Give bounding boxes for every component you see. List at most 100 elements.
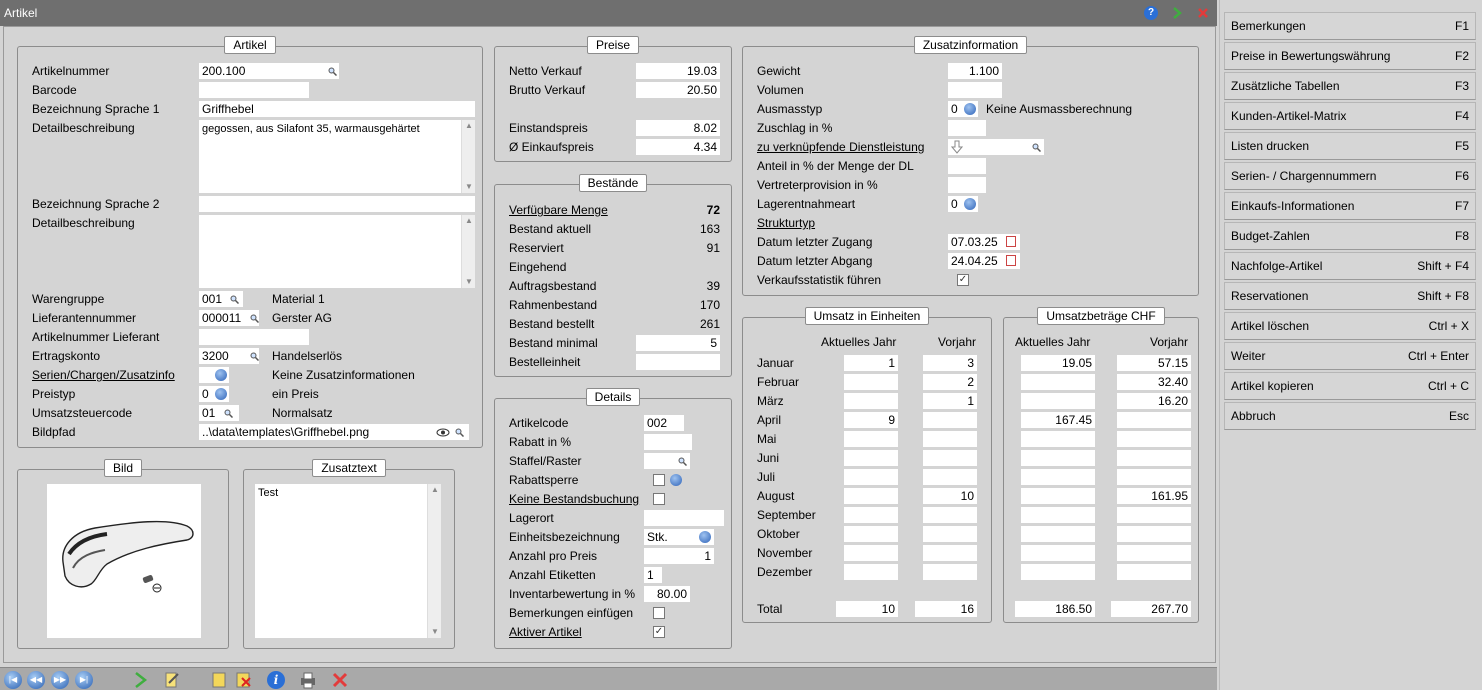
aktiver-artikel-checkbox[interactable]: ✓ [653, 626, 665, 638]
month-aktuell-field[interactable] [844, 431, 898, 447]
sidebar-button[interactable]: Bemerkungen F1 [1224, 12, 1476, 40]
month-vorjahr-field[interactable] [923, 412, 977, 428]
vertreterprovision-field[interactable] [948, 177, 986, 193]
keine-bestandsbuchung-checkbox[interactable] [653, 493, 665, 505]
month-aktuell-chf-field[interactable] [1021, 431, 1095, 447]
month-vorjahr-chf-field[interactable] [1117, 412, 1191, 428]
eye-icon[interactable] [436, 428, 450, 437]
month-aktuell-field[interactable] [844, 450, 898, 466]
barcode-field[interactable] [199, 82, 309, 98]
sidebar-button[interactable]: Preise in Bewertungswährung F2 [1224, 42, 1476, 70]
edit-icon[interactable] [163, 671, 181, 689]
magnifier-icon[interactable] [1032, 143, 1041, 152]
einstandspreis-field[interactable]: 8.02 [636, 120, 720, 136]
einkaufspreis-field[interactable]: 4.34 [636, 139, 720, 155]
month-vorjahr-chf-field[interactable] [1117, 431, 1191, 447]
month-vorjahr-field[interactable]: 10 [923, 488, 977, 504]
strukturtyp-link[interactable]: Strukturtyp [757, 216, 815, 231]
magnifier-icon[interactable] [230, 295, 239, 304]
month-aktuell-chf-field[interactable]: 167.45 [1021, 412, 1095, 428]
artikelnummer-lieferant-field[interactable] [199, 329, 309, 345]
go-icon[interactable] [1170, 6, 1184, 20]
dropdown-icon[interactable] [215, 388, 227, 400]
run-icon[interactable] [131, 671, 149, 689]
month-aktuell-field[interactable] [844, 545, 898, 561]
month-aktuell-field[interactable] [844, 564, 898, 580]
serien-chargen-link[interactable]: Serien/Chargen/Zusatzinfo [32, 368, 175, 383]
detailbeschreibung-2-textarea[interactable]: ▲ ▼ [199, 215, 475, 288]
month-vorjahr-chf-field[interactable]: 32.40 [1117, 374, 1191, 390]
sidebar-button[interactable]: Weiter Ctrl + Enter [1224, 342, 1476, 370]
anteil-dl-field[interactable] [948, 158, 986, 174]
month-aktuell-chf-field[interactable] [1021, 507, 1095, 523]
sidebar-button[interactable]: Serien- / Chargennummern F6 [1224, 162, 1476, 190]
sidebar-button[interactable]: Listen drucken F5 [1224, 132, 1476, 160]
magnifier-icon[interactable] [455, 428, 464, 437]
verfuegbare-menge-link[interactable]: Verfügbare Menge [509, 203, 608, 218]
keine-bestandsbuchung-link[interactable]: Keine Bestandsbuchung [509, 492, 639, 507]
netto-verkauf-field[interactable]: 19.03 [636, 63, 720, 79]
month-aktuell-field[interactable] [844, 469, 898, 485]
month-aktuell-chf-field[interactable] [1021, 450, 1095, 466]
dropdown-icon[interactable] [964, 198, 976, 210]
last-record-icon[interactable]: ▶| [75, 671, 93, 689]
month-aktuell-chf-field[interactable] [1021, 545, 1095, 561]
close-icon[interactable] [1196, 6, 1210, 20]
month-vorjahr-field[interactable]: 3 [923, 355, 977, 371]
lagerort-field[interactable] [644, 510, 724, 526]
rabatt-field[interactable] [644, 434, 692, 450]
sidebar-button[interactable]: Abbruch Esc [1224, 402, 1476, 430]
anzahl-etiketten-field[interactable]: 1 [644, 567, 662, 583]
anzahl-pro-preis-field[interactable]: 1 [644, 548, 714, 564]
sidebar-button[interactable]: Reservationen Shift + F8 [1224, 282, 1476, 310]
month-vorjahr-chf-field[interactable] [1117, 564, 1191, 580]
month-aktuell-field[interactable]: 1 [844, 355, 898, 371]
sidebar-button[interactable]: Budget-Zahlen F8 [1224, 222, 1476, 250]
month-vorjahr-field[interactable]: 2 [923, 374, 977, 390]
volumen-field[interactable] [948, 82, 1002, 98]
bestelleinheit-field[interactable] [636, 354, 720, 370]
month-aktuell-chf-field[interactable] [1021, 526, 1095, 542]
sidebar-button[interactable]: Nachfolge-Artikel Shift + F4 [1224, 252, 1476, 280]
bezeichnung-2-field[interactable] [199, 196, 475, 212]
dropdown-icon[interactable] [964, 103, 976, 115]
month-aktuell-field[interactable] [844, 393, 898, 409]
month-vorjahr-chf-field[interactable] [1117, 545, 1191, 561]
month-vorjahr-chf-field[interactable] [1117, 450, 1191, 466]
aktiver-artikel-link[interactable]: Aktiver Artikel [509, 625, 582, 640]
dienstleistung-link[interactable]: zu verknüpfende Dienstleistung [757, 140, 924, 155]
month-vorjahr-field[interactable] [923, 469, 977, 485]
sidebar-button[interactable]: Zusätzliche Tabellen F3 [1224, 72, 1476, 100]
month-aktuell-field[interactable]: 9 [844, 412, 898, 428]
month-aktuell-chf-field[interactable] [1021, 488, 1095, 504]
bemerkungen-einfuegen-checkbox[interactable] [653, 607, 665, 619]
gewicht-field[interactable]: 1.100 [948, 63, 1002, 79]
bildpfad-field[interactable]: ..\data\templates\Griffhebel.png [199, 424, 469, 440]
month-vorjahr-field[interactable] [923, 431, 977, 447]
month-vorjahr-chf-field[interactable] [1117, 526, 1191, 542]
scrollbar[interactable]: ▲ ▼ [461, 215, 475, 288]
month-vorjahr-field[interactable] [923, 545, 977, 561]
umsatzsteuercode-field[interactable]: 01 [199, 405, 239, 421]
info-icon[interactable]: i [267, 671, 285, 689]
month-aktuell-chf-field[interactable] [1021, 469, 1095, 485]
month-aktuell-chf-field[interactable]: 19.05 [1021, 355, 1095, 371]
month-vorjahr-field[interactable] [923, 507, 977, 523]
month-aktuell-field[interactable] [844, 488, 898, 504]
month-vorjahr-field[interactable]: 1 [923, 393, 977, 409]
delete-icon[interactable] [234, 671, 252, 689]
month-aktuell-field[interactable] [844, 526, 898, 542]
next-record-icon[interactable]: ▶▶ [51, 671, 69, 689]
magnifier-icon[interactable] [250, 352, 259, 361]
help-icon[interactable]: ? [1144, 6, 1158, 20]
cancel-icon[interactable] [331, 671, 349, 689]
month-vorjahr-chf-field[interactable]: 57.15 [1117, 355, 1191, 371]
month-vorjahr-chf-field[interactable]: 161.95 [1117, 488, 1191, 504]
month-aktuell-chf-field[interactable] [1021, 374, 1095, 390]
magnifier-icon[interactable] [224, 409, 233, 418]
new-icon[interactable] [210, 671, 228, 689]
sidebar-button[interactable]: Artikel kopieren Ctrl + C [1224, 372, 1476, 400]
calendar-icon[interactable] [1006, 255, 1016, 266]
inventarbewertung-field[interactable]: 80.00 [644, 586, 690, 602]
bestand-minimal-field[interactable]: 5 [636, 335, 720, 351]
